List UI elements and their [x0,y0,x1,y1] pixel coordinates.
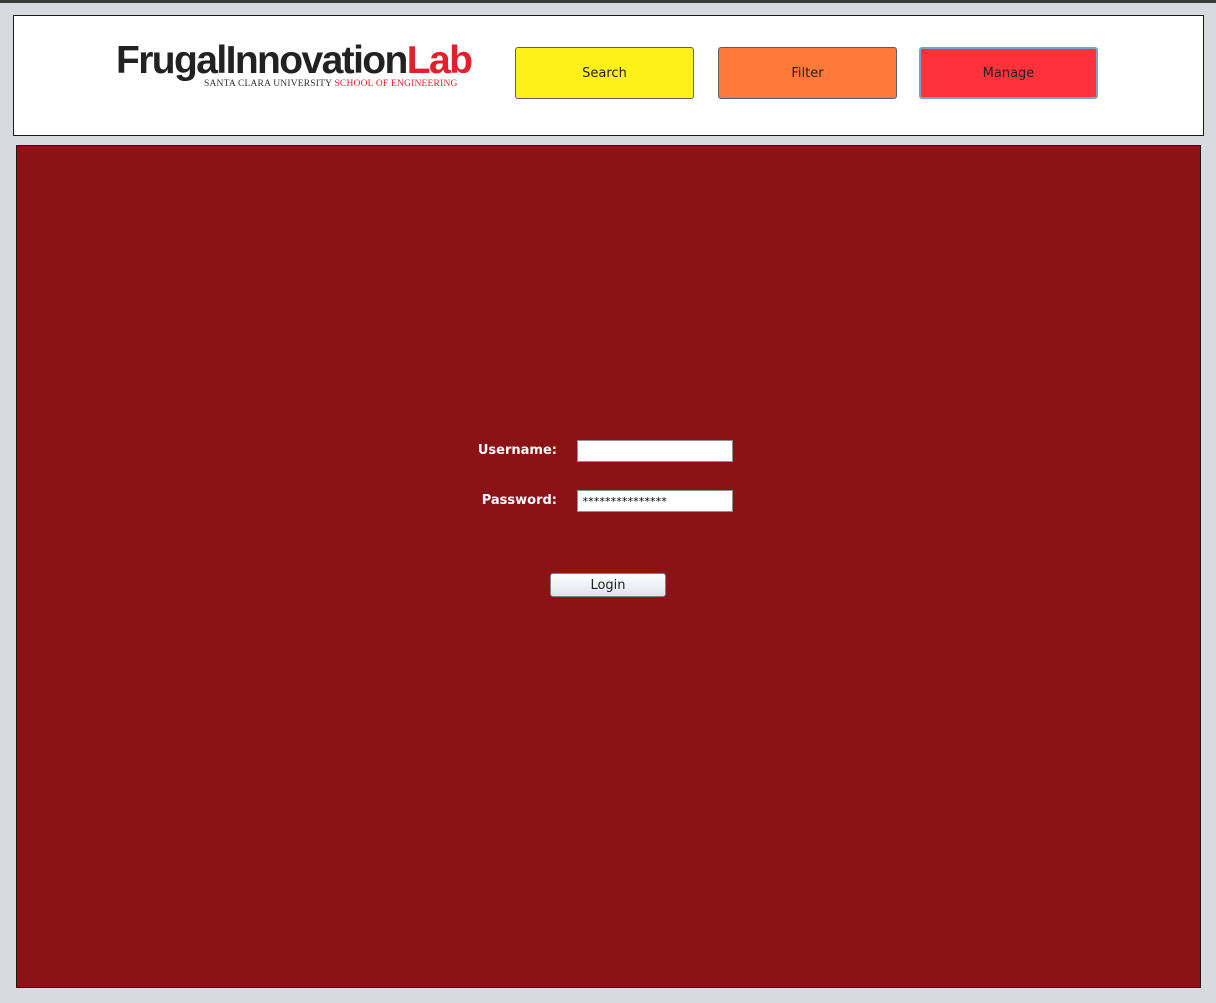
frugal-innovation-lab-logo: FrugalInnovationLab SANTA CLARA UNIVERSI… [116,38,486,94]
password-label: Password: [481,493,557,508]
filter-button[interactable]: Filter [718,47,897,99]
login-panel: Username: Password: Login [16,145,1201,988]
logo-subtitle: SANTA CLARA UNIVERSITY SCHOOL OF ENGINEE… [204,78,458,90]
password-field[interactable] [577,490,733,512]
search-button[interactable]: Search [515,47,694,99]
logo-brand-i: I [225,39,237,82]
window-top-strip [0,0,1216,3]
logo-sub-university: SANTA CLARA UNIVERSITY [204,79,332,89]
username-label: Username: [477,443,557,458]
logo-brand-dark: Frugal [116,39,227,82]
manage-button[interactable]: Manage [919,47,1098,99]
logo-brand-red: Lab [406,39,473,82]
logo-sub-school: SCHOOL OF ENGINEERING [334,79,458,89]
username-field[interactable] [577,440,733,462]
header-panel: FrugalInnovationLab SANTA CLARA UNIVERSI… [13,15,1204,136]
login-button[interactable]: Login [550,573,666,597]
logo-brand-dark2: nnovation [234,39,409,82]
